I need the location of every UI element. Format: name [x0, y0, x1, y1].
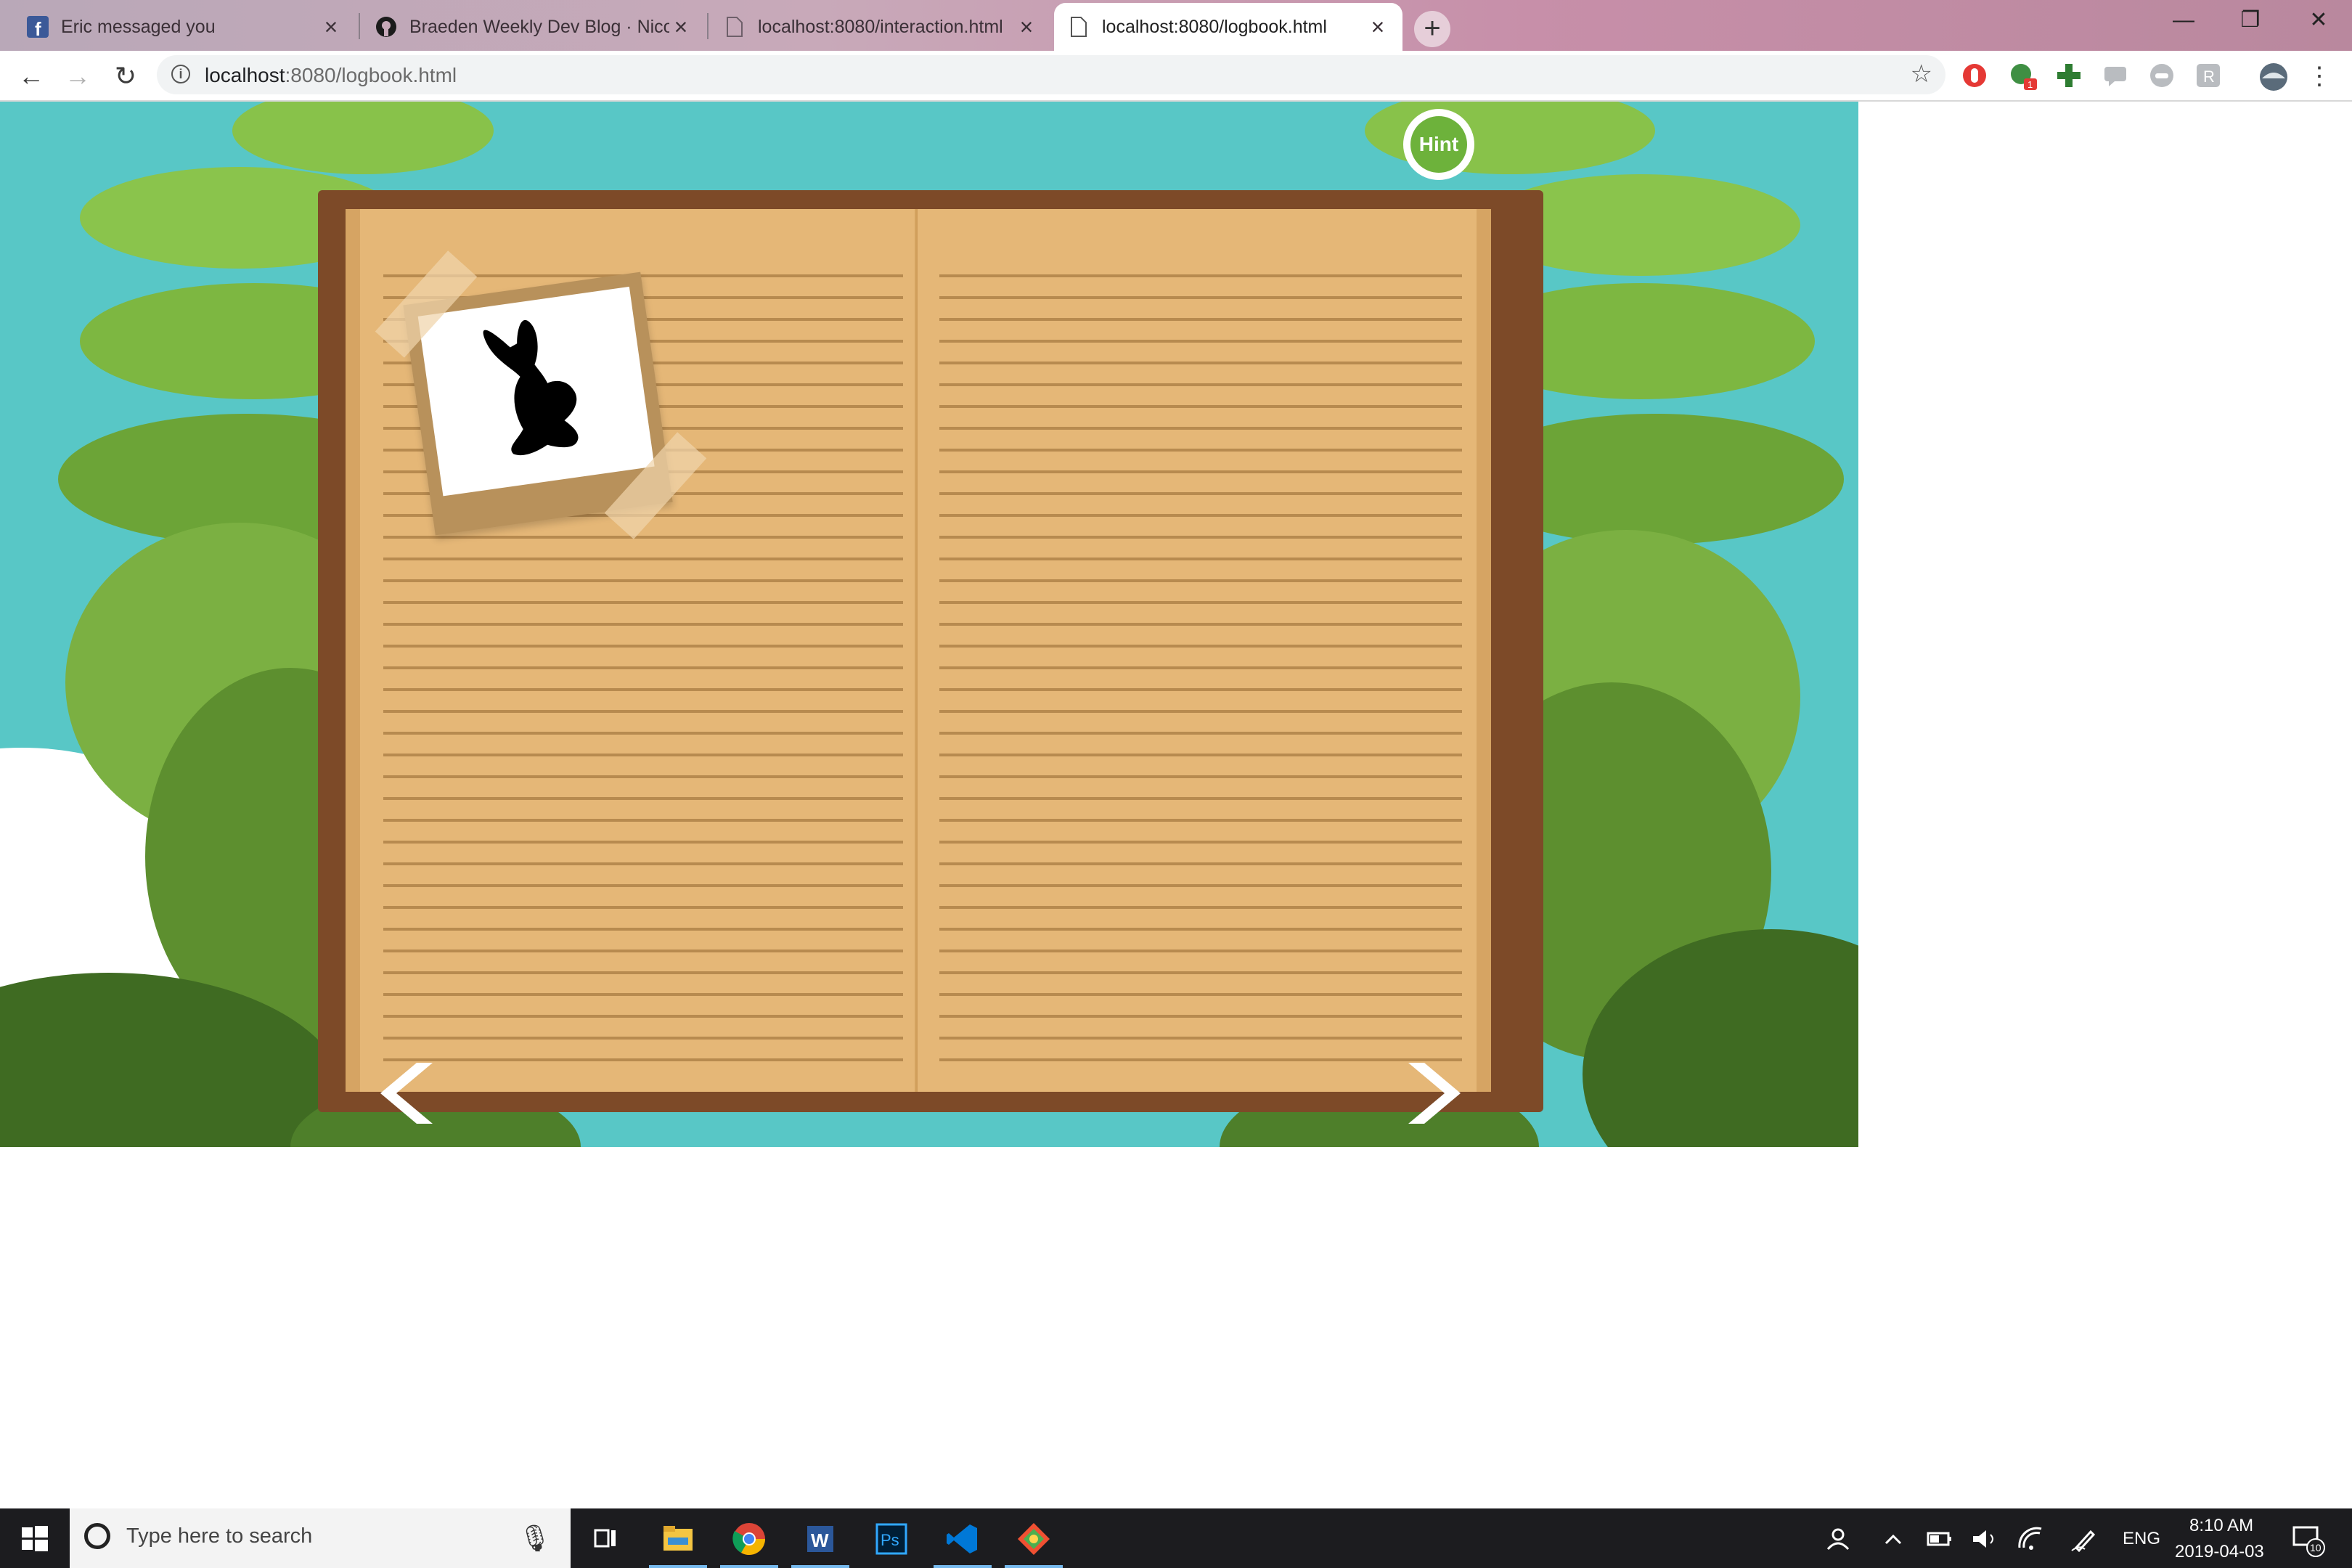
forward-icon[interactable]: →	[60, 58, 96, 94]
running-indicator	[791, 1565, 849, 1568]
tab-github[interactable]: Braeden Weekly Dev Blog · Nicol ×	[362, 3, 706, 51]
input-language[interactable]: ENG	[2123, 1529, 2160, 1549]
hint-button[interactable]: Hint	[1403, 109, 1474, 180]
extension-badge-count: 1	[2028, 79, 2033, 90]
photo-image	[417, 286, 655, 497]
url-path: :8080/logbook.html	[285, 64, 457, 86]
notifications-icon[interactable]: 10	[2287, 1519, 2327, 1559]
chrome-icon[interactable]	[729, 1519, 769, 1559]
page-edge	[1477, 209, 1491, 1092]
site-info-icon[interactable]: i	[171, 65, 190, 83]
battery-icon[interactable]	[1919, 1519, 1960, 1559]
logbook-left-page	[346, 209, 918, 1124]
rabbit-silhouette-icon	[483, 319, 579, 455]
restore-icon[interactable]: ❐	[2217, 0, 2284, 42]
running-indicator	[1005, 1565, 1063, 1568]
extension-r-icon[interactable]: R	[2195, 62, 2221, 89]
vscode-icon[interactable]	[942, 1519, 983, 1559]
running-indicator	[934, 1565, 992, 1568]
tab-divider	[707, 13, 709, 39]
close-tab-icon[interactable]: ×	[1015, 14, 1038, 41]
taskbar-search-box[interactable]: Type here to search 🎙	[70, 1508, 571, 1568]
game-viewport: Hint	[0, 102, 1858, 1147]
page-edge	[346, 209, 360, 1092]
search-placeholder: Type here to search	[126, 1524, 313, 1548]
clock-time[interactable]: 8:10 AM	[2189, 1516, 2253, 1536]
clock-date[interactable]: 2019-04-03	[2175, 1542, 2264, 1562]
tab-title: localhost:8080/logbook.html	[1102, 16, 1327, 37]
running-indicator	[649, 1565, 707, 1568]
tab-title: Eric messaged you	[61, 16, 216, 37]
profile-avatar-icon[interactable]	[2259, 62, 2287, 91]
bookmark-star-icon[interactable]: ☆	[1911, 60, 1932, 89]
facebook-icon: f	[26, 15, 49, 38]
close-tab-icon[interactable]: ×	[1366, 14, 1389, 41]
extension-hand-icon[interactable]	[1961, 62, 1988, 89]
tab-title: localhost:8080/interaction.html	[758, 16, 1003, 37]
microphone-icon[interactable]: 🎙	[518, 1523, 552, 1553]
wifi-icon[interactable]	[2012, 1519, 2053, 1559]
svg-text:R: R	[2203, 68, 2215, 86]
logbook	[318, 190, 1543, 1124]
volume-icon[interactable]	[1964, 1519, 2005, 1559]
file-explorer-icon[interactable]	[658, 1519, 698, 1559]
address-bar[interactable]: i localhost:8080/logbook.html ☆	[157, 55, 1945, 94]
back-icon[interactable]: ←	[13, 58, 49, 94]
browser-tab-strip: f Eric messaged you × Braeden Weekly Dev…	[0, 0, 2352, 51]
new-tab-button[interactable]: +	[1414, 11, 1450, 47]
reload-icon[interactable]: ↻	[107, 58, 144, 94]
photoshop-icon[interactable]: Ps	[871, 1519, 912, 1559]
extension-plus-icon[interactable]	[2056, 62, 2082, 89]
close-tab-icon[interactable]: ×	[319, 14, 343, 41]
tab-divider	[359, 13, 360, 39]
windows-start-icon[interactable]	[15, 1519, 55, 1559]
people-icon[interactable]	[1816, 1519, 1857, 1559]
windows-taskbar: Type here to search 🎙 W Ps ENG 8:10 AM 2…	[0, 1508, 2352, 1568]
tab-title: Braeden Weekly Dev Blog · Nicol	[409, 16, 669, 37]
task-view-icon[interactable]	[585, 1519, 626, 1559]
page-icon	[1067, 15, 1090, 38]
url-host: localhost	[205, 64, 285, 86]
svg-text:f: f	[35, 18, 41, 38]
running-indicator	[720, 1565, 778, 1568]
page-icon	[723, 15, 746, 38]
hint-label: Hint	[1410, 116, 1467, 173]
close-tab-icon[interactable]: ×	[669, 14, 693, 41]
next-page-arrow-icon[interactable]	[1394, 1057, 1466, 1130]
extension-badge-icon[interactable]: 1	[2009, 62, 2037, 90]
svg-text:W: W	[811, 1530, 829, 1551]
svg-text:Ps: Ps	[881, 1531, 899, 1549]
show-hidden-icons-chevron-icon[interactable]	[1873, 1519, 1914, 1559]
pen-ink-icon[interactable]	[2065, 1519, 2105, 1559]
tab-interaction[interactable]: localhost:8080/interaction.html ×	[710, 3, 1051, 51]
close-window-icon[interactable]: ✕	[2285, 0, 2352, 42]
previous-page-arrow-icon[interactable]	[375, 1057, 447, 1130]
page-lines	[939, 256, 1462, 1080]
minimize-icon[interactable]: —	[2150, 0, 2217, 42]
extension-gamepad-icon[interactable]	[2149, 62, 2175, 89]
extension-chat-icon[interactable]	[2102, 62, 2128, 89]
logbook-right-page	[918, 209, 1491, 1124]
git-app-icon[interactable]	[1013, 1519, 1054, 1559]
tab-facebook[interactable]: f Eric messaged you ×	[13, 3, 356, 51]
browser-toolbar: ← → ↻ i localhost:8080/logbook.html ☆ 1 …	[0, 51, 2352, 102]
word-icon[interactable]: W	[800, 1519, 841, 1559]
url-text: localhost:8080/logbook.html	[205, 64, 457, 87]
cortana-icon	[84, 1523, 110, 1549]
tab-logbook[interactable]: localhost:8080/logbook.html ×	[1054, 3, 1402, 51]
github-icon	[375, 15, 398, 38]
browser-menu-icon[interactable]: ⋮	[2301, 58, 2337, 94]
notifications-count: 10	[2310, 1542, 2322, 1553]
